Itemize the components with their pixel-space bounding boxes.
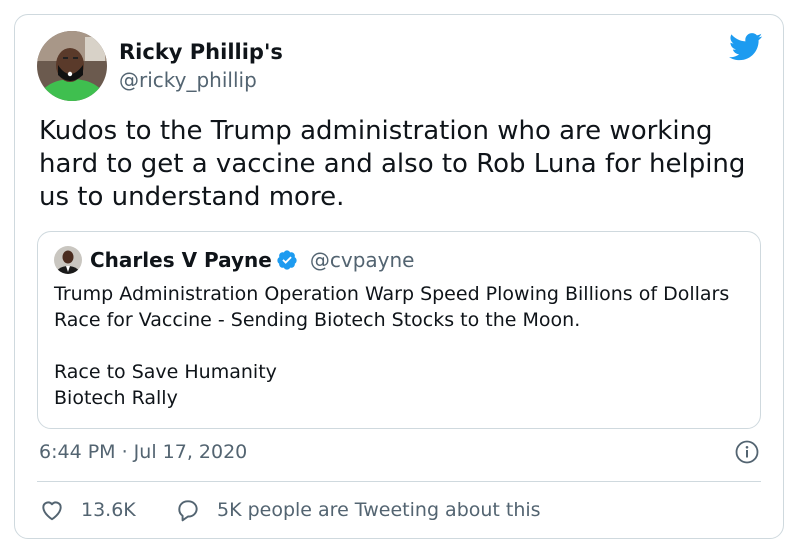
like-button[interactable]: 13.6K: [39, 495, 136, 525]
author-avatar[interactable]: [37, 31, 107, 101]
quoted-author-avatar[interactable]: [54, 246, 82, 274]
twitter-bird-icon[interactable]: [729, 33, 763, 61]
quoted-text-line: Trump Administration Operation Warp Spee…: [54, 283, 730, 331]
divider: [37, 481, 761, 482]
quoted-text-line: Race to Save Humanity: [54, 361, 277, 383]
author-name[interactable]: Ricky Phillip's: [119, 39, 283, 65]
quoted-author-handle[interactable]: @cvpayne: [310, 246, 415, 274]
info-icon[interactable]: [735, 440, 759, 464]
quoted-author-name[interactable]: Charles V Payne: [90, 246, 272, 274]
tweet-timestamp[interactable]: 6:44 PM · Jul 17, 2020: [39, 439, 247, 465]
author-handle[interactable]: @ricky_phillip: [119, 68, 257, 92]
quoted-text: Trump Administration Operation Warp Spee…: [54, 281, 754, 411]
quoted-header: Charles V Payne @cvpayne: [90, 246, 414, 274]
tweeting-about-link[interactable]: 5K people are Tweeting about this: [175, 495, 541, 525]
quoted-tweet[interactable]: Charles V Payne @cvpayne Trump Administr…: [37, 231, 761, 429]
tweet-card: Ricky Phillip's @ricky_phillip Kudos to …: [14, 14, 784, 539]
speech-bubble-icon: [178, 500, 198, 522]
quoted-text-line: Biotech Rally: [54, 387, 178, 409]
verified-badge-icon: [277, 250, 297, 270]
heart-icon: [42, 501, 62, 521]
tweet-text: Kudos to the Trump administration who ar…: [39, 116, 746, 212]
tweeting-about-text: 5K people are Tweeting about this: [217, 499, 541, 521]
like-count: 13.6K: [81, 499, 136, 521]
